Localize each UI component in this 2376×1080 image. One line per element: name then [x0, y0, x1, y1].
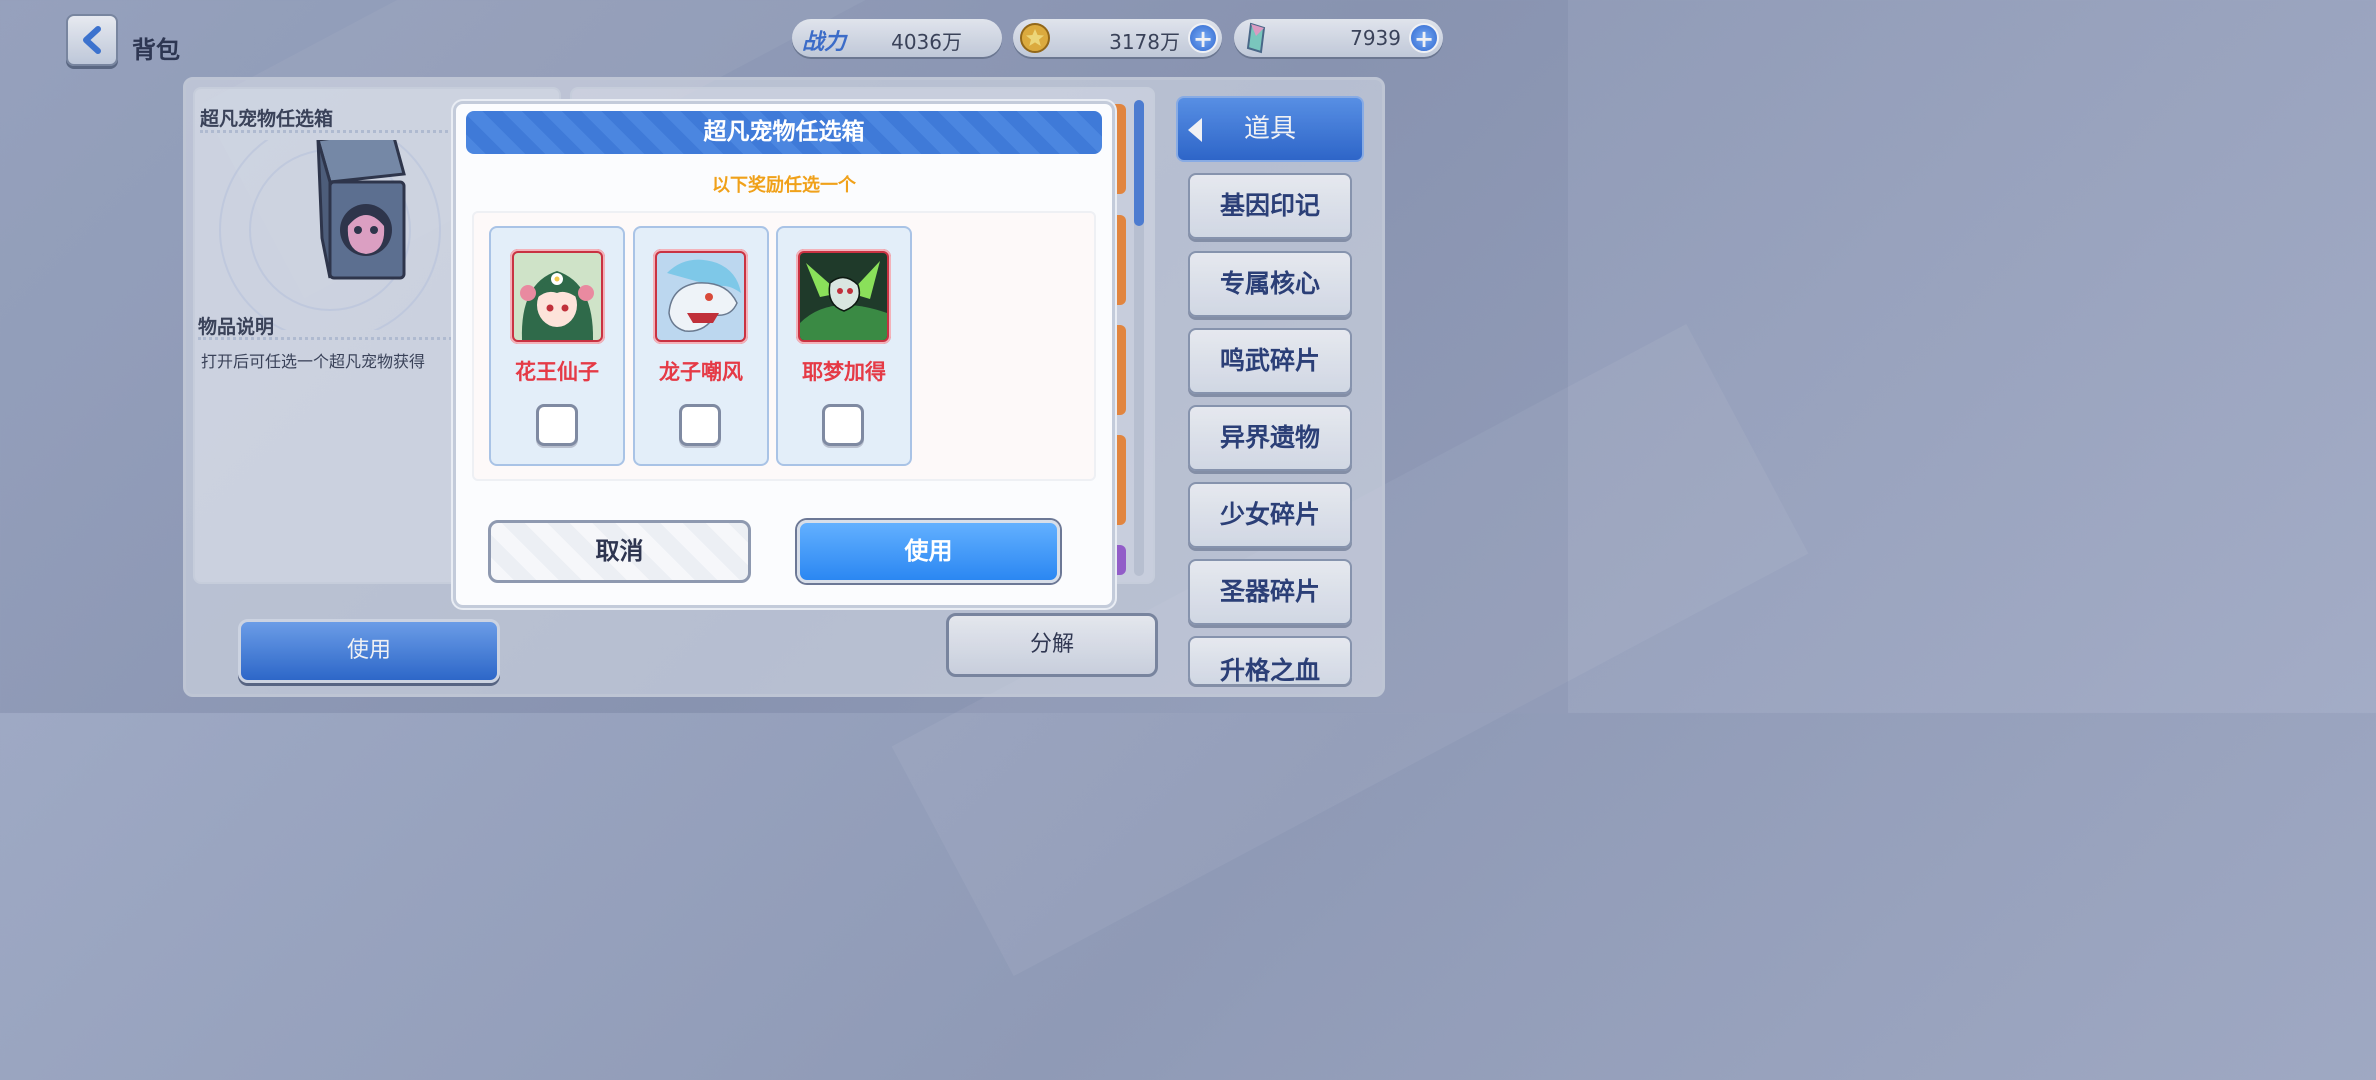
dialog-title: 超凡宠物任选箱: [466, 111, 1102, 154]
pet-name: 龙子嘲风: [659, 360, 743, 384]
flower-fairy-avatar: [514, 253, 601, 340]
dialog-subtitle: 以下奖励任选一个: [712, 175, 856, 196]
pet-name: 花王仙子: [515, 360, 599, 384]
pet-portrait-jormungandr: [796, 249, 891, 344]
confirm-use-button[interactable]: 使用: [797, 520, 1060, 583]
choice-checkbox[interactable]: [536, 404, 578, 446]
choice-checkbox[interactable]: [822, 404, 864, 446]
pet-portrait-flower-fairy: [510, 249, 605, 344]
pet-name: 耶梦加得: [802, 360, 886, 384]
pet-portrait-dragon-chaofeng: [653, 249, 748, 344]
choice-checkbox[interactable]: [679, 404, 721, 446]
cancel-button[interactable]: 取消: [488, 520, 751, 583]
dragon-avatar: [657, 253, 744, 340]
serpent-avatar: [800, 253, 887, 340]
